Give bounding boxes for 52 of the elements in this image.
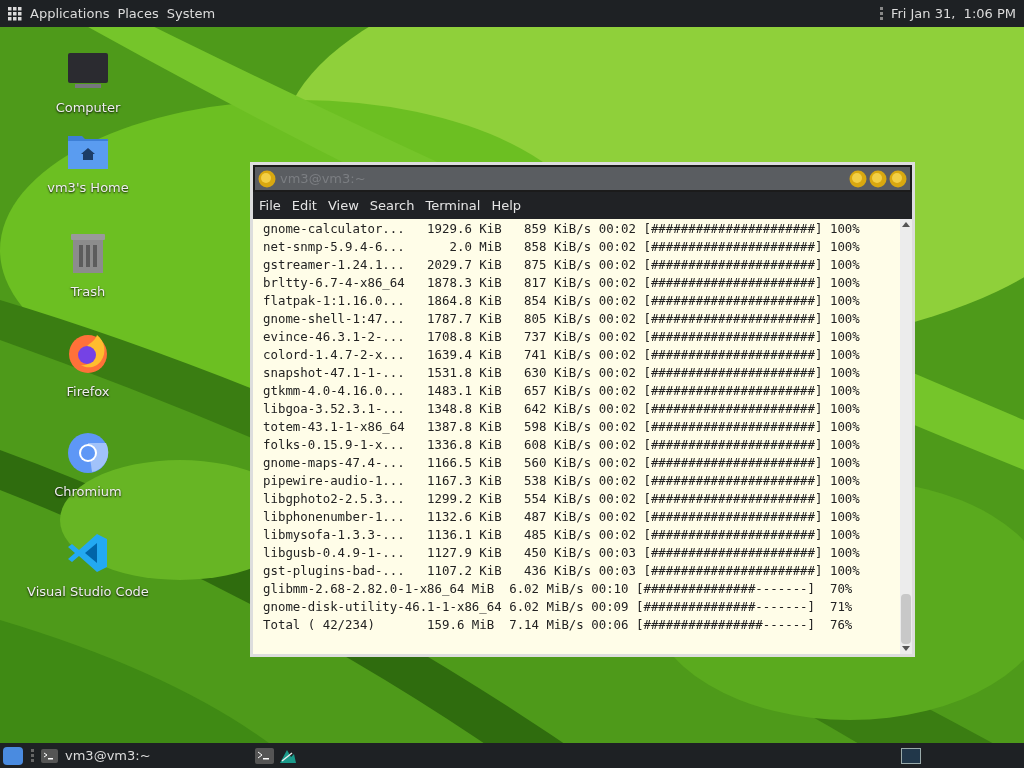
terminal-line: evince-46.3.1-2-... 1708.8 KiB 737 KiB/s 00:02 [######################] 100% bbox=[263, 328, 860, 346]
window-menu-icon[interactable] bbox=[258, 169, 276, 188]
chromium-icon bbox=[67, 432, 109, 474]
terminal-line: folks-0.15.9-1-x... 1336.8 KiB 608 KiB/s 00:02 [######################] 100% bbox=[263, 436, 860, 454]
terminal-line: snapshot-47.1-1-... 1531.8 KiB 630 KiB/s 00:02 [######################] 100% bbox=[263, 364, 860, 382]
terminal-line: gnome-maps-47.4-... 1166.5 KiB 560 KiB/s 00:02 [######################] 100% bbox=[263, 454, 860, 472]
terminal-line: libgoa-3.52.3.1-... 1348.8 KiB 642 KiB/s 00:02 [######################] 100% bbox=[263, 400, 860, 418]
taskbar-window-button[interactable]: vm3@vm3:~ bbox=[39, 745, 153, 766]
terminal-line: colord-1.4.7-2-x... 1639.4 KiB 741 KiB/s 00:02 [######################] 100% bbox=[263, 346, 860, 364]
terminal-line: pipewire-audio-1... 1167.3 KiB 538 KiB/s 00:02 [######################] 100% bbox=[263, 472, 860, 490]
menu-item[interactable]: Search bbox=[369, 195, 415, 216]
terminal-line: gtkmm-4.0-4.16.0... 1483.1 KiB 657 KiB/s 00:02 [######################] 100% bbox=[263, 382, 860, 400]
terminal-line: gst-plugins-bad-... 1107.2 KiB 436 KiB/s 00:03 [######################] 100% bbox=[263, 562, 860, 580]
terminal-line: libgusb-0.4.9-1-... 1127.9 KiB 450 KiB/s 00:03 [######################] 100% bbox=[263, 544, 860, 562]
scroll-thumb[interactable] bbox=[901, 594, 911, 644]
trash-icon bbox=[70, 232, 106, 274]
terminal-line: libmysofa-1.3.3-... 1136.1 KiB 485 KiB/s 00:02 [######################] 100% bbox=[263, 526, 860, 544]
workspace-switcher[interactable] bbox=[901, 747, 921, 764]
menu-item[interactable]: View bbox=[327, 195, 359, 216]
app-grid-icon[interactable] bbox=[8, 6, 22, 21]
monitor-icon bbox=[67, 52, 109, 90]
terminal-line: glibmm-2.68-2.82.0-1-x86_64 MiB 6.02 MiB/s 00:10 [###############-------] 70% bbox=[263, 580, 853, 598]
terminal-line: brltty-6.7-4-x86_64 1878.3 KiB 817 KiB/s 00:02 [######################] 100% bbox=[263, 274, 860, 292]
maximize-icon[interactable] bbox=[869, 169, 887, 188]
code-editor-icon bbox=[67, 532, 109, 574]
terminal-line: totem-43.1-1-x86_64 1387.8 KiB 598 KiB/s 00:02 [######################] 100% bbox=[263, 418, 860, 436]
menu-item[interactable]: Terminal bbox=[425, 195, 481, 216]
fox-globe-icon bbox=[67, 332, 109, 374]
terminal-line: gstreamer-1.24.1... 2029.7 KiB 875 KiB/s 00:02 [######################] 100% bbox=[263, 256, 860, 274]
panel-menu[interactable]: System bbox=[166, 3, 216, 24]
terminal-line: gnome-shell-1:47... 1787.7 KiB 805 KiB/s 00:02 [######################] 100% bbox=[263, 310, 860, 328]
terminal-line: gnome-calculator... 1929.6 KiB 859 KiB/s 00:02 [######################] 100% bbox=[263, 220, 860, 238]
panel-menu[interactable]: Places bbox=[117, 3, 159, 24]
terminal-icon[interactable] bbox=[254, 747, 274, 764]
menu-item[interactable]: Edit bbox=[291, 195, 317, 216]
handle-icon bbox=[879, 6, 883, 21]
terminal-line: gnome-disk-utility-46.1-1-x86_64 6.02 MiB/s 00:09 [###############-------] 71% bbox=[263, 598, 853, 616]
scrollbar[interactable] bbox=[900, 219, 912, 654]
menu-item[interactable]: Help bbox=[491, 195, 522, 216]
terminal-line: libphonenumber-1... 1132.6 KiB 487 KiB/s 00:02 [######################] 100% bbox=[263, 508, 860, 526]
handle-icon bbox=[31, 748, 34, 763]
show-desktop-button[interactable] bbox=[3, 746, 23, 765]
menu-item[interactable]: File bbox=[259, 195, 281, 216]
terminal-icon bbox=[41, 748, 58, 763]
terminal-line: libgphoto2-2.5.3... 1299.2 KiB 554 KiB/s 00:02 [######################] 100% bbox=[263, 490, 860, 508]
terminal-line: flatpak-1:1.16.0... 1864.8 KiB 854 KiB/s 00:02 [######################] 100% bbox=[263, 292, 860, 310]
terminal-line: net-snmp-5.9.4-6... 2.0 MiB 858 KiB/s 00:02 [######################] 100% bbox=[263, 238, 860, 256]
minimize-icon[interactable] bbox=[849, 169, 867, 188]
terminal-line: Total ( 42/234) 159.6 MiB 7.14 MiB/s 00:06 [################------] 76% bbox=[263, 616, 853, 634]
panel-menu[interactable]: Applications bbox=[30, 3, 110, 24]
clock[interactable]: Fri Jan 31, 1:06 PM bbox=[890, 3, 1016, 24]
close-icon[interactable] bbox=[889, 169, 907, 188]
